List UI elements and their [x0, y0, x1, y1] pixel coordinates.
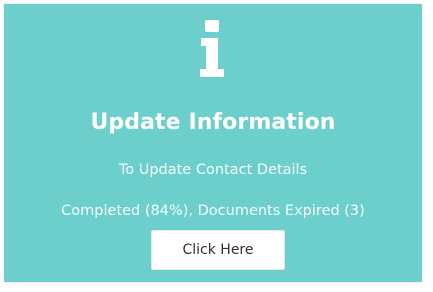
info-icon	[199, 20, 225, 77]
update-information-card: Update Information To Update Contact Det…	[4, 4, 422, 282]
click-here-button[interactable]: Click Here	[151, 230, 285, 270]
card-subtitle: To Update Contact Details	[118, 162, 308, 178]
card-title: Update Information	[90, 110, 336, 135]
completion-status: Completed (84%), Documents Expired (3)	[61, 203, 365, 219]
